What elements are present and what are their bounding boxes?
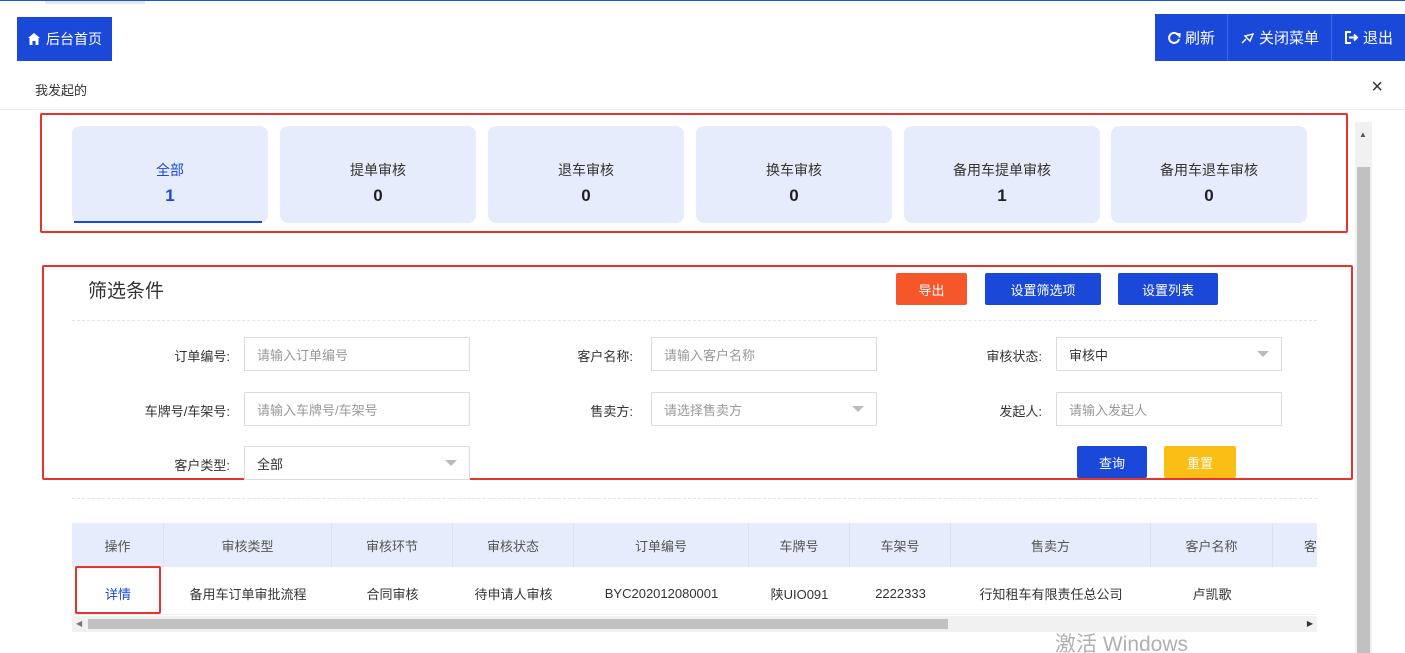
tab-count: 0 — [373, 186, 383, 205]
table-row: 详情 备用车订单审批流程 合同审核 待申请人审核 BYC202012080001… — [72, 571, 1317, 615]
scroll-right-icon[interactable]: ▶ — [1307, 619, 1313, 628]
scrollbar-thumb[interactable] — [88, 619, 948, 629]
home-button[interactable]: 后台首页 — [17, 17, 112, 61]
customer-name-label: 客户名称: — [577, 349, 633, 364]
table-cell: 2222333 — [875, 585, 926, 601]
tab-spare-order-review[interactable]: 备用车提单审核 1 — [904, 126, 1100, 223]
table-cell: 待申请人审核 — [474, 586, 553, 602]
logout-label: 退出 — [1362, 30, 1393, 47]
customer-type-select[interactable]: 全部 — [244, 446, 470, 480]
chevron-down-icon — [852, 406, 864, 412]
close-icon[interactable]: × — [1371, 76, 1383, 99]
tab-label: 换车审核 — [766, 162, 822, 178]
page-header: 我发起的 × — [0, 66, 1405, 110]
refresh-icon — [1168, 31, 1181, 44]
table-cell: 行知租车有限责任总公司 — [979, 586, 1123, 602]
refresh-label: 刷新 — [1184, 30, 1215, 47]
divider — [72, 320, 1317, 321]
tab-all[interactable]: 全部 1 — [72, 126, 268, 223]
top-tab-indicator — [45, 1, 145, 4]
order-no-label: 订单编号: — [174, 349, 230, 364]
table-cell — [1273, 571, 1317, 615]
tab-spare-return-review[interactable]: 备用车退车审核 0 — [1111, 126, 1307, 223]
scrollbar-thumb[interactable] — [1357, 167, 1370, 653]
column-header: 车牌号 — [749, 523, 850, 567]
set-filter-button[interactable]: 设置筛选项 — [985, 273, 1101, 305]
scroll-up-icon[interactable]: ▲ — [1359, 130, 1367, 139]
column-header: 审核环节 — [332, 523, 453, 567]
refresh-button[interactable]: 刷新 — [1155, 14, 1227, 61]
plate-label: 车牌号/车架号: — [144, 404, 230, 419]
tab-label: 提单审核 — [350, 162, 406, 178]
tab-count: 0 — [789, 186, 799, 205]
chevron-down-icon — [1257, 351, 1269, 357]
chevron-down-icon — [445, 460, 457, 466]
close-menu-button[interactable]: 关闭菜单 — [1226, 14, 1331, 61]
close-menu-label: 关闭菜单 — [1258, 30, 1319, 47]
tab-count: 1 — [997, 186, 1007, 205]
column-header: 审核状态 — [453, 523, 574, 567]
table-cell: 陕UIO091 — [770, 586, 829, 602]
tab-exchange-review[interactable]: 换车审核 0 — [696, 126, 892, 223]
windows-activation-watermark: 激活 Windows — [1055, 633, 1189, 653]
initiator-input[interactable]: 请输入发起人 — [1056, 392, 1282, 426]
status-value: 审核中 — [1069, 347, 1109, 363]
tab-return-review[interactable]: 退车审核 0 — [488, 126, 684, 223]
top-bar: 后台首页 刷新 关闭菜单 退出 — [0, 0, 1405, 61]
page-title: 我发起的 — [35, 83, 88, 98]
set-columns-button[interactable]: 设置列表 — [1118, 273, 1218, 305]
logout-icon — [1344, 31, 1359, 44]
column-header: 订单编号 — [574, 523, 749, 567]
seller-placeholder: 请选择售卖方 — [664, 402, 743, 418]
status-select[interactable]: 审核中 — [1056, 337, 1282, 371]
tab-label: 全部 — [156, 162, 184, 178]
seller-select[interactable]: 请选择售卖方 — [651, 392, 877, 426]
table-header-row: 操作 审核类型 审核环节 审核状态 订单编号 车牌号 车架号 售卖方 客户名称 … — [72, 523, 1317, 567]
tab-label: 备用车提单审核 — [953, 162, 1051, 178]
table-cell: 卢凯歌 — [1192, 586, 1232, 602]
seller-label: 售卖方: — [590, 404, 633, 419]
tab-count: 1 — [165, 186, 175, 205]
tab-count: 0 — [581, 186, 591, 205]
tab-count: 0 — [1204, 186, 1214, 205]
column-header: 车架号 — [850, 523, 951, 567]
pin-icon — [1241, 32, 1255, 43]
tab-label: 备用车退车审核 — [1160, 162, 1258, 178]
status-label: 审核状态: — [986, 349, 1042, 364]
table-cell: 备用车订单审批流程 — [189, 586, 307, 602]
divider — [72, 498, 1317, 499]
tab-label: 退车审核 — [558, 162, 614, 178]
export-button[interactable]: 导出 — [896, 273, 967, 305]
scroll-left-icon[interactable]: ◀ — [76, 619, 82, 628]
logout-button[interactable]: 退出 — [1330, 14, 1405, 61]
column-header: 客户名称 — [1151, 523, 1273, 567]
home-icon — [28, 33, 40, 45]
table-cell: 合同审核 — [366, 586, 419, 602]
customer-type-value: 全部 — [257, 456, 284, 472]
table-cell: BYC202012080001 — [604, 585, 719, 601]
initiator-label: 发起人: — [999, 404, 1042, 419]
query-button[interactable]: 查询 — [1077, 446, 1147, 478]
order-no-input[interactable]: 请输入订单编号 — [244, 337, 470, 371]
customer-type-label: 客户类型: — [174, 458, 230, 473]
detail-highlight-box — [75, 566, 161, 614]
column-header: 审核类型 — [164, 523, 332, 567]
reset-button[interactable]: 重置 — [1164, 446, 1236, 478]
column-header: 售卖方 — [951, 523, 1151, 567]
home-label: 后台首页 — [46, 31, 102, 47]
top-actions: 刷新 关闭菜单 退出 — [1154, 14, 1405, 61]
plate-input[interactable]: 请输入车牌号/车架号 — [244, 392, 470, 426]
customer-name-input[interactable]: 请输入客户名称 — [651, 337, 877, 371]
filter-title: 筛选条件 — [88, 281, 165, 302]
tab-order-review[interactable]: 提单审核 0 — [280, 126, 476, 223]
column-header: 客 — [1303, 538, 1317, 554]
column-header: 操作 — [72, 523, 164, 567]
vertical-scrollbar[interactable]: ▲ — [1355, 122, 1372, 653]
